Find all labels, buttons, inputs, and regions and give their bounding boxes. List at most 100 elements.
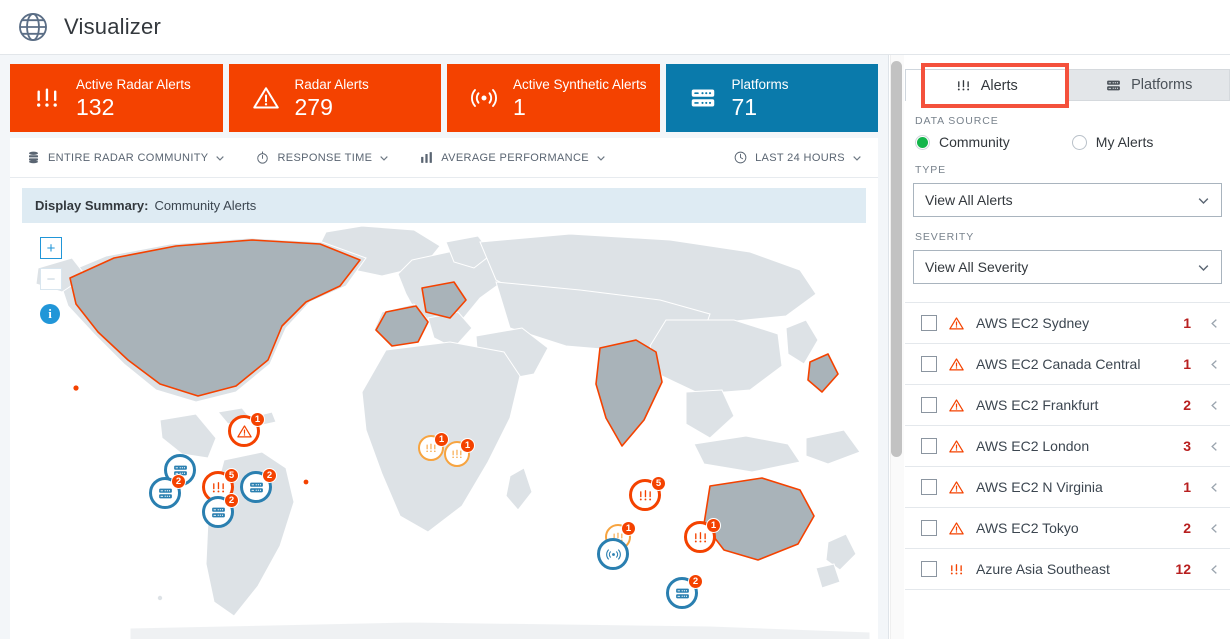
kpi-card-radar-alerts[interactable]: Radar Alerts 279 — [228, 64, 441, 132]
map-marker[interactable]: 2 — [202, 493, 239, 528]
chevron-left-icon[interactable] — [1209, 482, 1220, 493]
server-rack-icon — [211, 507, 225, 517]
world-map[interactable]: + − i 1252211511213 — [10, 224, 878, 639]
bar-chart-icon — [421, 152, 433, 163]
map-marker[interactable] — [597, 538, 629, 570]
map-marker[interactable]: 2 — [240, 468, 277, 503]
chevron-left-icon[interactable] — [1209, 400, 1220, 411]
warning-triangle-icon — [949, 357, 964, 370]
map-marker[interactable]: 2 — [149, 474, 186, 509]
alert-row[interactable]: AWS EC2 London 3 — [905, 426, 1230, 467]
warning-triangle-icon — [948, 438, 965, 455]
warning-triangle-icon — [948, 397, 965, 414]
alert-row[interactable]: AWS EC2 Sydney 1 — [905, 303, 1230, 344]
chevron-left-icon[interactable] — [1209, 318, 1220, 329]
map-marker[interactable]: 2 — [666, 574, 703, 609]
map-marker-badge: 2 — [688, 574, 703, 589]
map-marker[interactable]: 5 — [629, 476, 666, 511]
alert-row-name: AWS EC2 London — [976, 438, 1090, 454]
alert-row[interactable]: AWS EC2 Canada Central 1 — [905, 344, 1230, 385]
app-header: Visualizer — [0, 0, 1230, 55]
zoom-out-button[interactable]: − — [40, 268, 62, 290]
map-marker[interactable]: 1 — [228, 412, 265, 447]
map-marker-badge: 1 — [621, 521, 636, 536]
map-marker[interactable]: 1 — [418, 432, 449, 461]
chevron-left-icon[interactable] — [1209, 359, 1220, 370]
alert-row[interactable]: AWS EC2 N Virginia 1 — [905, 467, 1230, 508]
chevron-left-icon[interactable] — [1209, 564, 1220, 575]
chevron-down-icon — [597, 155, 605, 161]
alert-row-name: AWS EC2 Canada Central — [976, 356, 1141, 372]
alert-row-checkbox[interactable] — [921, 438, 937, 454]
radio-label: Community — [939, 134, 1010, 150]
map-marker[interactable]: 1 — [444, 438, 475, 467]
kpi-label: Platforms — [731, 76, 789, 92]
alert-row-count: 1 — [1183, 479, 1191, 495]
filter-response-time[interactable]: Response Time — [255, 150, 389, 165]
signal-broadcast-icon — [605, 548, 621, 560]
radio-community[interactable]: Community — [915, 134, 1010, 150]
display-summary-label: Display Summary: — [35, 198, 149, 213]
radio-my-alerts[interactable]: My Alerts — [1071, 134, 1154, 150]
filter-time-range[interactable]: Last 24 Hours — [733, 150, 862, 165]
alert-row[interactable]: AWS EC2 Frankfurt 2 — [905, 385, 1230, 426]
zoom-in-button[interactable]: + — [40, 237, 62, 259]
alert-row-checkbox[interactable] — [921, 397, 937, 413]
right-panel-scrollbar-thumb[interactable] — [891, 61, 902, 457]
alert-row-checkbox[interactable] — [921, 315, 937, 331]
map-marker[interactable]: 1 — [684, 518, 721, 553]
display-summary-value: Community Alerts — [154, 198, 257, 213]
signal-broadcast-icon — [471, 89, 497, 107]
database-icon — [29, 151, 38, 164]
alert-row-count: 3 — [1183, 438, 1191, 454]
tab-alerts[interactable]: Alerts — [905, 69, 1068, 101]
pane-divider — [888, 55, 889, 639]
radar-alert-icon — [212, 481, 224, 492]
filter-label: Response Time — [277, 151, 373, 164]
kpi-card-active-synthetic-alerts[interactable]: Active Synthetic Alerts 1 — [447, 64, 660, 132]
tab-platforms[interactable]: Platforms — [1067, 69, 1230, 101]
server-rack-icon — [1107, 80, 1120, 90]
alert-row-name: AWS EC2 Frankfurt — [976, 397, 1099, 413]
stopwatch-icon — [257, 151, 269, 164]
alert-row-checkbox[interactable] — [921, 520, 937, 536]
kpi-card-active-radar-alerts[interactable]: Active Radar Alerts 132 — [10, 64, 223, 132]
chevron-left-icon[interactable] — [1209, 523, 1220, 534]
alert-row-checkbox[interactable] — [921, 356, 937, 372]
alert-row-count: 1 — [1183, 315, 1191, 331]
map-toolbar: Entire Radar Community Response Time — [10, 138, 878, 178]
alert-row-checkbox[interactable] — [921, 479, 937, 495]
data-source-radio-group: Community My Alerts — [905, 134, 1230, 150]
chevron-down-icon — [380, 155, 389, 161]
chevron-left-icon[interactable] — [1209, 441, 1220, 452]
severity-select[interactable]: View All Severity — [913, 250, 1222, 284]
alert-row-checkbox[interactable] — [921, 561, 937, 577]
map-marker-circle — [597, 538, 629, 570]
radio-label: My Alerts — [1095, 134, 1154, 150]
map-marker-badge: 1 — [250, 412, 265, 427]
server-rack-icon — [675, 588, 689, 598]
globe-icon — [19, 13, 47, 41]
tab-label: Platforms — [1131, 77, 1193, 93]
page-title: Visualizer — [64, 14, 161, 39]
radio-dot — [1071, 134, 1087, 150]
warning-triangle-icon — [949, 439, 964, 452]
radar-alert-icon — [37, 88, 57, 107]
filter-average-performance[interactable]: Average Performance — [419, 150, 606, 165]
warning-triangle-icon — [948, 479, 965, 496]
kpi-label: Active Synthetic Alerts — [513, 76, 647, 92]
type-select[interactable]: View All Alerts — [913, 183, 1222, 217]
alert-row-name: AWS EC2 N Virginia — [976, 479, 1103, 495]
server-rack-icon — [249, 482, 263, 492]
alert-row[interactable]: AWS EC2 Tokyo 2 — [905, 508, 1230, 549]
data-source-label: Data Source — [915, 115, 999, 127]
filter-label: Entire Radar Community — [48, 151, 209, 164]
info-button[interactable]: i — [40, 304, 60, 324]
tab-label: Alerts — [980, 77, 1018, 94]
alert-row-name: AWS EC2 Sydney — [976, 315, 1090, 331]
map-marker-badge: 2 — [224, 493, 239, 508]
panel-tabs: Alerts Platforms — [905, 55, 1230, 101]
filter-entire-radar-community[interactable]: Entire Radar Community — [26, 150, 225, 165]
kpi-card-platforms[interactable]: Platforms 71 — [665, 64, 878, 132]
alert-row[interactable]: Azure Asia Southeast 12 — [905, 549, 1230, 590]
